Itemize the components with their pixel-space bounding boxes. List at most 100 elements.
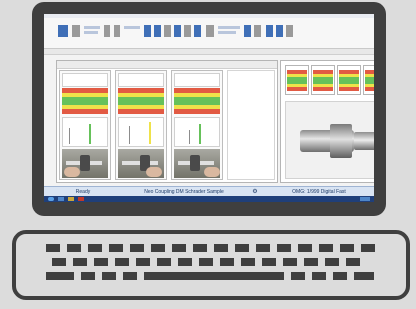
key <box>340 244 354 252</box>
ribbon-button[interactable] <box>58 25 68 37</box>
key <box>283 258 297 266</box>
key <box>88 244 102 252</box>
key <box>277 244 291 252</box>
hand <box>64 167 80 177</box>
part-photo <box>285 101 374 179</box>
ribbon-label <box>84 31 98 34</box>
lower-limit-band <box>287 87 307 91</box>
lower-limit-band <box>118 109 164 114</box>
caliper-photo <box>118 149 164 178</box>
empty-panel <box>227 70 275 180</box>
ribbon-button[interactable] <box>72 25 80 37</box>
ribbon-button[interactable] <box>144 25 151 37</box>
lower-limit-band <box>62 109 108 114</box>
ribbon-button[interactable] <box>114 25 120 37</box>
history-tick <box>89 124 91 144</box>
key <box>214 244 228 252</box>
key <box>178 258 192 266</box>
tolerance-band <box>339 77 359 84</box>
ribbon-button[interactable] <box>164 25 171 37</box>
key <box>52 258 66 266</box>
value-history <box>118 117 164 147</box>
key <box>325 258 339 266</box>
key <box>67 244 81 252</box>
panel-header <box>174 73 220 87</box>
caliper-photo <box>174 149 220 178</box>
feature-tile[interactable] <box>311 65 335 95</box>
history-tick <box>69 128 70 144</box>
key <box>46 244 60 252</box>
spc-chart-workspace <box>56 60 278 183</box>
feature-tile[interactable] <box>363 65 374 95</box>
windows-start-icon[interactable] <box>48 197 54 201</box>
status-ready: Ready <box>75 189 91 195</box>
system-tray[interactable] <box>360 197 370 201</box>
lower-limit-band <box>313 87 333 91</box>
lower-limit-band <box>174 109 220 114</box>
hand <box>146 167 162 177</box>
key <box>333 272 347 280</box>
status-document: Neo Coupling DM Schrader Sample <box>144 189 224 195</box>
tolerance-band <box>287 77 307 84</box>
ribbon-button[interactable] <box>244 25 251 37</box>
key <box>235 244 249 252</box>
laptop-keyboard <box>12 230 410 300</box>
laptop-lid: Ready Neo Coupling DM Schrader Sample ⚙ … <box>32 2 386 216</box>
key <box>81 272 95 280</box>
key <box>157 258 171 266</box>
key <box>115 258 129 266</box>
tolerance-band <box>365 77 374 84</box>
spc-panel[interactable] <box>115 70 167 180</box>
ribbon-label <box>84 26 100 29</box>
spacebar-key <box>144 272 284 280</box>
ribbon-button[interactable] <box>104 25 110 37</box>
instrument-icon: ⚙ <box>252 189 258 195</box>
ribbon-button[interactable] <box>254 25 261 37</box>
feature-tile[interactable] <box>285 65 309 95</box>
panel-header <box>62 73 108 87</box>
key <box>241 258 255 266</box>
workspace-header <box>57 61 277 69</box>
ribbon-button[interactable] <box>154 25 161 37</box>
ribbon-button[interactable] <box>276 25 283 37</box>
key <box>319 244 333 252</box>
value-history <box>174 117 220 147</box>
tolerance-band <box>174 97 220 105</box>
ribbon-button[interactable] <box>194 25 201 37</box>
key <box>136 258 150 266</box>
key <box>220 258 234 266</box>
key <box>123 272 137 280</box>
key <box>151 244 165 252</box>
taskbar-app-button[interactable] <box>58 197 64 201</box>
key <box>304 258 318 266</box>
hand <box>204 167 220 177</box>
ribbon-button[interactable] <box>184 25 191 37</box>
os-taskbar <box>44 196 374 202</box>
ribbon-label <box>218 26 240 29</box>
spc-panel[interactable] <box>59 70 111 180</box>
key <box>346 258 360 266</box>
taskbar-app-button[interactable] <box>78 197 84 201</box>
key <box>109 244 123 252</box>
caliper-photo <box>62 149 108 178</box>
key <box>262 258 276 266</box>
taskbar-app-button[interactable] <box>68 197 74 201</box>
panel-header <box>118 73 164 87</box>
ribbon-label <box>124 26 140 29</box>
key <box>94 258 108 266</box>
feature-tile[interactable] <box>337 65 361 95</box>
tolerance-band <box>62 97 108 105</box>
part-view-workspace <box>280 60 374 183</box>
caliper-head <box>190 155 200 171</box>
lower-limit-band <box>339 87 359 91</box>
app-window: Ready Neo Coupling DM Schrader Sample ⚙ … <box>44 14 374 202</box>
key <box>298 244 312 252</box>
ribbon-button[interactable] <box>174 25 181 37</box>
lower-limit-band <box>365 87 374 91</box>
tolerance-band <box>118 97 164 105</box>
key <box>312 272 326 280</box>
ribbon-button[interactable] <box>206 25 214 37</box>
spc-panel[interactable] <box>171 70 223 180</box>
ribbon-button[interactable] <box>266 25 273 37</box>
ribbon-button[interactable] <box>286 25 293 37</box>
